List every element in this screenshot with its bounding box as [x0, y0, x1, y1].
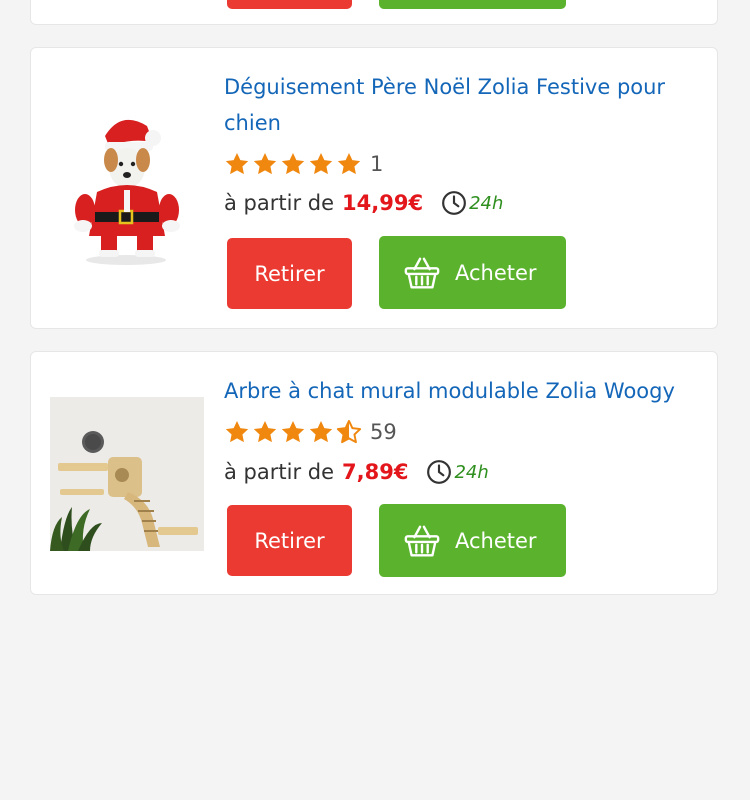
review-count[interactable]: 1	[370, 151, 383, 177]
star-rating	[224, 151, 362, 177]
price-line: à partir de 7,89€ 24h	[224, 459, 489, 485]
remove-button[interactable]: Retirer	[227, 505, 352, 576]
delivery-time: 24h	[454, 461, 489, 483]
star-icon	[337, 152, 361, 175]
star-half-icon	[336, 419, 362, 444]
clock-icon	[427, 460, 452, 484]
product-title-link[interactable]: Arbre à chat mural modulable Zolia Woogy	[224, 373, 699, 409]
star-icon	[225, 152, 249, 175]
star-icon	[253, 420, 277, 443]
price-line: à partir de 14,99€ 24h	[224, 190, 503, 216]
star-icon	[309, 152, 333, 175]
price-prefix: à partir de	[224, 191, 335, 215]
price: 14,99€	[342, 191, 424, 215]
product-card: Déguisement Père Noël Zolia Festive pour…	[30, 47, 718, 329]
buy-button-label: Acheter	[455, 260, 537, 285]
product-card: Arbre à chat mural modulable Zolia Woogy…	[30, 351, 718, 595]
clock-icon	[442, 191, 466, 215]
price: 7,89€	[342, 460, 409, 484]
basket-icon	[404, 525, 440, 556]
star-rating	[224, 419, 362, 445]
star-icon	[309, 420, 333, 443]
rating: 59	[224, 419, 397, 445]
rating: 1	[224, 151, 383, 177]
star-icon	[281, 420, 305, 443]
star-icon	[253, 152, 277, 175]
review-count[interactable]: 59	[370, 419, 397, 445]
remove-button[interactable]	[227, 0, 352, 9]
star-icon	[225, 420, 249, 443]
product-image[interactable]	[61, 108, 191, 268]
buy-button[interactable]	[379, 0, 566, 9]
price-prefix: à partir de	[224, 460, 335, 484]
delivery-time: 24h	[469, 192, 504, 214]
remove-button[interactable]: Retirer	[227, 238, 352, 309]
product-title-link[interactable]: Déguisement Père Noël Zolia Festive pour…	[224, 69, 699, 141]
buy-button-label: Acheter	[455, 528, 537, 553]
buy-button[interactable]: Acheter	[379, 504, 566, 577]
buy-button[interactable]: Acheter	[379, 236, 566, 309]
basket-icon	[404, 257, 440, 288]
product-card-partial	[30, 0, 718, 25]
product-image[interactable]	[50, 397, 204, 551]
star-icon	[281, 152, 305, 175]
